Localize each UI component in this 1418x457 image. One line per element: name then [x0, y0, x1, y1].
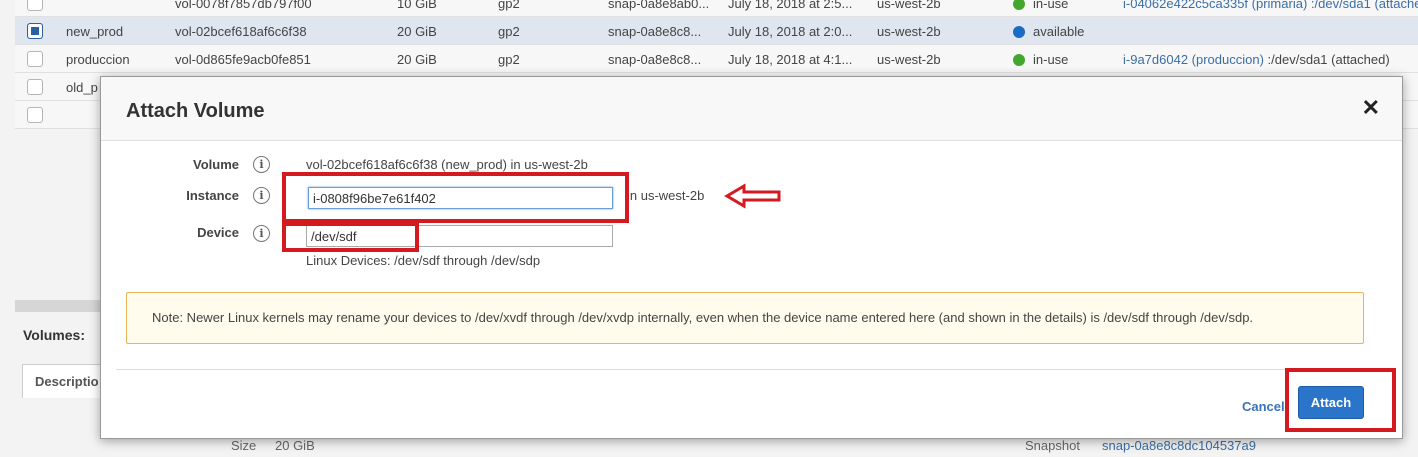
row-checkbox[interactable] — [27, 79, 43, 95]
device-hint: Linux Devices: /dev/sdf through /dev/sdp — [306, 253, 541, 268]
snapshot-cell: snap-0a8e8c8... — [608, 52, 702, 67]
volume-label: Volume — [193, 157, 239, 172]
snapshot-label: Snapshot — [1025, 438, 1080, 453]
table-row[interactable]: produccion vol-0d865fe9acb0fe851 20 GiB … — [15, 45, 1418, 73]
tab-description[interactable]: Descriptio — [22, 364, 102, 398]
row-checkbox[interactable] — [27, 107, 43, 123]
instance-link[interactable]: i-9a7d6042 (produccion) — [1123, 52, 1264, 67]
size-value: 20 GiB — [275, 438, 315, 453]
instance-input[interactable] — [308, 187, 613, 209]
volume-id-cell: vol-02bcef618af6c6f38 — [175, 24, 307, 39]
state-cell: in-use — [1013, 52, 1068, 67]
created-cell: July 18, 2018 at 2:0... — [728, 24, 853, 39]
attach-button[interactable]: Attach — [1298, 386, 1364, 419]
name-cell: new_prod — [66, 24, 124, 39]
size-cell: 20 GiB — [397, 24, 437, 39]
snapshot-cell: snap-0a8e8ab0... — [608, 0, 708, 11]
status-dot-icon — [1013, 26, 1025, 38]
type-cell: gp2 — [498, 24, 520, 39]
state-cell: in-use — [1013, 0, 1068, 11]
dialog-header: Attach Volume ✕ — [101, 77, 1402, 141]
snapshot-link[interactable]: snap-0a8e8c8dc104537a9 — [1102, 438, 1256, 453]
created-cell: July 18, 2018 at 4:1... — [728, 52, 853, 67]
zone-cell: us-west-2b — [877, 24, 941, 39]
device-input[interactable] — [306, 225, 613, 247]
info-icon[interactable]: i — [253, 187, 270, 204]
zone-cell: us-west-2b — [877, 0, 941, 11]
instance-region: in us-west-2b — [627, 188, 705, 203]
annotation-arrow-icon — [724, 183, 781, 209]
row-checkbox[interactable] — [27, 23, 43, 39]
name-cell: old_p — [66, 80, 98, 95]
type-cell: gp2 — [498, 52, 520, 67]
row-checkbox[interactable] — [27, 51, 43, 67]
info-icon[interactable]: i — [253, 225, 270, 242]
volume-value: vol-02bcef618af6c6f38 (new_prod) in us-w… — [306, 157, 588, 172]
name-cell: produccion — [66, 52, 130, 67]
note-box: Note: Newer Linux kernels may rename you… — [126, 292, 1364, 344]
snapshot-cell: snap-0a8e8c8... — [608, 24, 702, 39]
cancel-button[interactable]: Cancel — [1242, 399, 1285, 414]
info-icon[interactable]: i — [253, 156, 270, 173]
created-cell: July 18, 2018 at 2:5... — [728, 0, 853, 11]
status-dot-icon — [1013, 0, 1025, 10]
footer-divider — [116, 369, 1396, 370]
type-cell: gp2 — [498, 0, 520, 11]
volumes-label: Volumes: — [23, 327, 85, 343]
device-label: Device — [197, 225, 239, 240]
zone-cell: us-west-2b — [877, 52, 941, 67]
size-label: Size — [231, 438, 257, 453]
row-checkbox[interactable] — [27, 0, 43, 11]
attachment-cell[interactable]: i-9a7d6042 (produccion) :/dev/sda1 (atta… — [1123, 52, 1390, 67]
dialog-title: Attach Volume — [126, 100, 265, 122]
attachment-cell[interactable]: i-04062e422c5ca335f (primaria) :/dev/sda… — [1123, 0, 1418, 11]
size-cell: 20 GiB — [397, 52, 437, 67]
horizontal-scrollbar[interactable] — [15, 300, 101, 312]
instance-label: Instance — [186, 188, 239, 203]
table-row[interactable]: new_prod vol-02bcef618af6c6f38 20 GiB gp… — [15, 17, 1418, 45]
volume-id-cell: vol-0078f7857db797f00 — [175, 0, 312, 11]
state-cell: available — [1013, 24, 1084, 39]
size-cell: 10 GiB — [397, 0, 437, 11]
volume-id-cell: vol-0d865fe9acb0fe851 — [175, 52, 311, 67]
table-row[interactable]: vol-0078f7857db797f00 10 GiB gp2 snap-0a… — [15, 0, 1418, 17]
status-dot-icon — [1013, 54, 1025, 66]
details-row: Size 20 GiB Snapshot snap-0a8e8c8dc10453… — [0, 438, 1418, 457]
attach-volume-dialog: Attach Volume ✕ Volume i vol-02bcef618af… — [100, 76, 1403, 439]
close-icon[interactable]: ✕ — [1362, 97, 1380, 119]
